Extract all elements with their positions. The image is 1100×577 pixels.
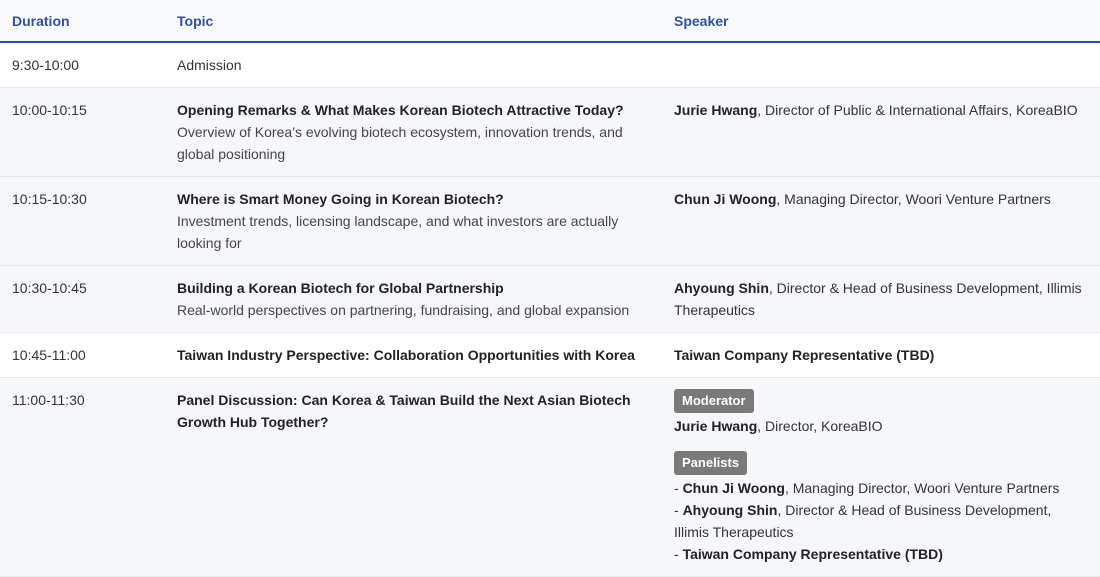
topic-title: Taiwan Industry Perspective: Collaborati… [177, 347, 635, 363]
speaker-cell: Taiwan Company Representative (TBD) [662, 332, 1100, 378]
topic-title: Opening Remarks & What Makes Korean Biot… [177, 102, 624, 118]
panelist-line: - Ahyoung Shin, Director & Head of Busin… [674, 499, 1088, 543]
agenda-table: Duration Topic Speaker 9:30-10:00 Admiss… [0, 0, 1100, 577]
panelist-name: Ahyoung Shin [682, 502, 778, 518]
speaker-role: , Managing Director, Woori Venture Partn… [776, 191, 1051, 207]
topic-cell: Admission [165, 42, 662, 88]
topic-cell: Opening Remarks & What Makes Korean Biot… [165, 87, 662, 177]
topic-description: Investment trends, licensing landscape, … [177, 213, 619, 251]
header-topic: Topic [165, 0, 662, 43]
panelist-line: - Taiwan Company Representative (TBD) [674, 543, 1088, 565]
speaker-name: Jurie Hwang [674, 102, 758, 118]
panelist-role: , Managing Director, Woori Venture Partn… [784, 480, 1060, 496]
table-row: 10:00-10:15 Opening Remarks & What Makes… [0, 87, 1100, 177]
duration-cell: 10:00-10:15 [0, 87, 165, 177]
speaker-cell: Jurie Hwang, Director of Public & Intern… [662, 87, 1100, 177]
header-duration: Duration [0, 0, 165, 43]
table-row: 10:15-10:30 Where is Smart Money Going i… [0, 176, 1100, 266]
topic-title: Panel Discussion: Can Korea & Taiwan Bui… [177, 392, 631, 430]
table-row: 9:30-10:00 Admission [0, 42, 1100, 88]
panelist-prefix: - [674, 480, 683, 496]
table-row: 10:45-11:00 Taiwan Industry Perspective:… [0, 332, 1100, 378]
duration-cell: 10:45-11:00 [0, 332, 165, 378]
topic-cell: Building a Korean Biotech for Global Par… [165, 265, 662, 333]
speaker-role: , Director of Public & International Aff… [757, 102, 1078, 118]
agenda-body: 9:30-10:00 Admission 10:00-10:15 Opening… [0, 42, 1100, 577]
agenda-header: Duration Topic Speaker [0, 0, 1100, 43]
speaker-name: Chun Ji Woong [674, 191, 777, 207]
speaker-name: Ahyoung Shin [674, 280, 769, 296]
speaker-cell: Ahyoung Shin, Director & Head of Busines… [662, 265, 1100, 333]
topic-cell: Taiwan Industry Perspective: Collaborati… [165, 332, 662, 378]
topic-description: Overview of Korea’s evolving biotech eco… [177, 124, 623, 162]
duration-cell: 10:15-10:30 [0, 176, 165, 266]
moderator-name: Jurie Hwang [674, 418, 758, 434]
panelist-name: Chun Ji Woong [682, 480, 785, 496]
panelist-prefix: - [674, 546, 683, 562]
duration-cell: 11:00-11:30 [0, 377, 165, 577]
speaker-cell: Chun Ji Woong, Managing Director, Woori … [662, 176, 1100, 266]
duration-cell: 10:30-10:45 [0, 265, 165, 333]
moderator-role: , Director, KoreaBIO [757, 418, 883, 434]
header-row: Duration Topic Speaker [0, 0, 1100, 43]
table-row: 11:00-11:30 Panel Discussion: Can Korea … [0, 377, 1100, 577]
panelists-badge: Panelists [674, 451, 748, 475]
panelist-name: Taiwan Company Representative (TBD) [682, 546, 943, 562]
moderator-badge: Moderator [674, 389, 754, 413]
speaker-name: Taiwan Company Representative (TBD) [674, 347, 935, 363]
table-row: 10:30-10:45 Building a Korean Biotech fo… [0, 265, 1100, 333]
topic-description: Real-world perspectives on partnering, f… [177, 302, 630, 318]
moderator-line: Jurie Hwang, Director, KoreaBIO [674, 415, 1088, 437]
panelist-prefix: - [674, 502, 683, 518]
topic-cell: Where is Smart Money Going in Korean Bio… [165, 176, 662, 266]
topic-text: Admission [177, 57, 242, 73]
topic-title: Where is Smart Money Going in Korean Bio… [177, 191, 504, 207]
duration-cell: 9:30-10:00 [0, 42, 165, 88]
topic-title: Building a Korean Biotech for Global Par… [177, 280, 504, 296]
speaker-cell [662, 42, 1100, 88]
speaker-cell: Moderator Jurie Hwang, Director, KoreaBI… [662, 377, 1100, 577]
header-speaker: Speaker [662, 0, 1100, 43]
panelist-line: - Chun Ji Woong, Managing Director, Woor… [674, 477, 1088, 499]
topic-cell: Panel Discussion: Can Korea & Taiwan Bui… [165, 377, 662, 577]
